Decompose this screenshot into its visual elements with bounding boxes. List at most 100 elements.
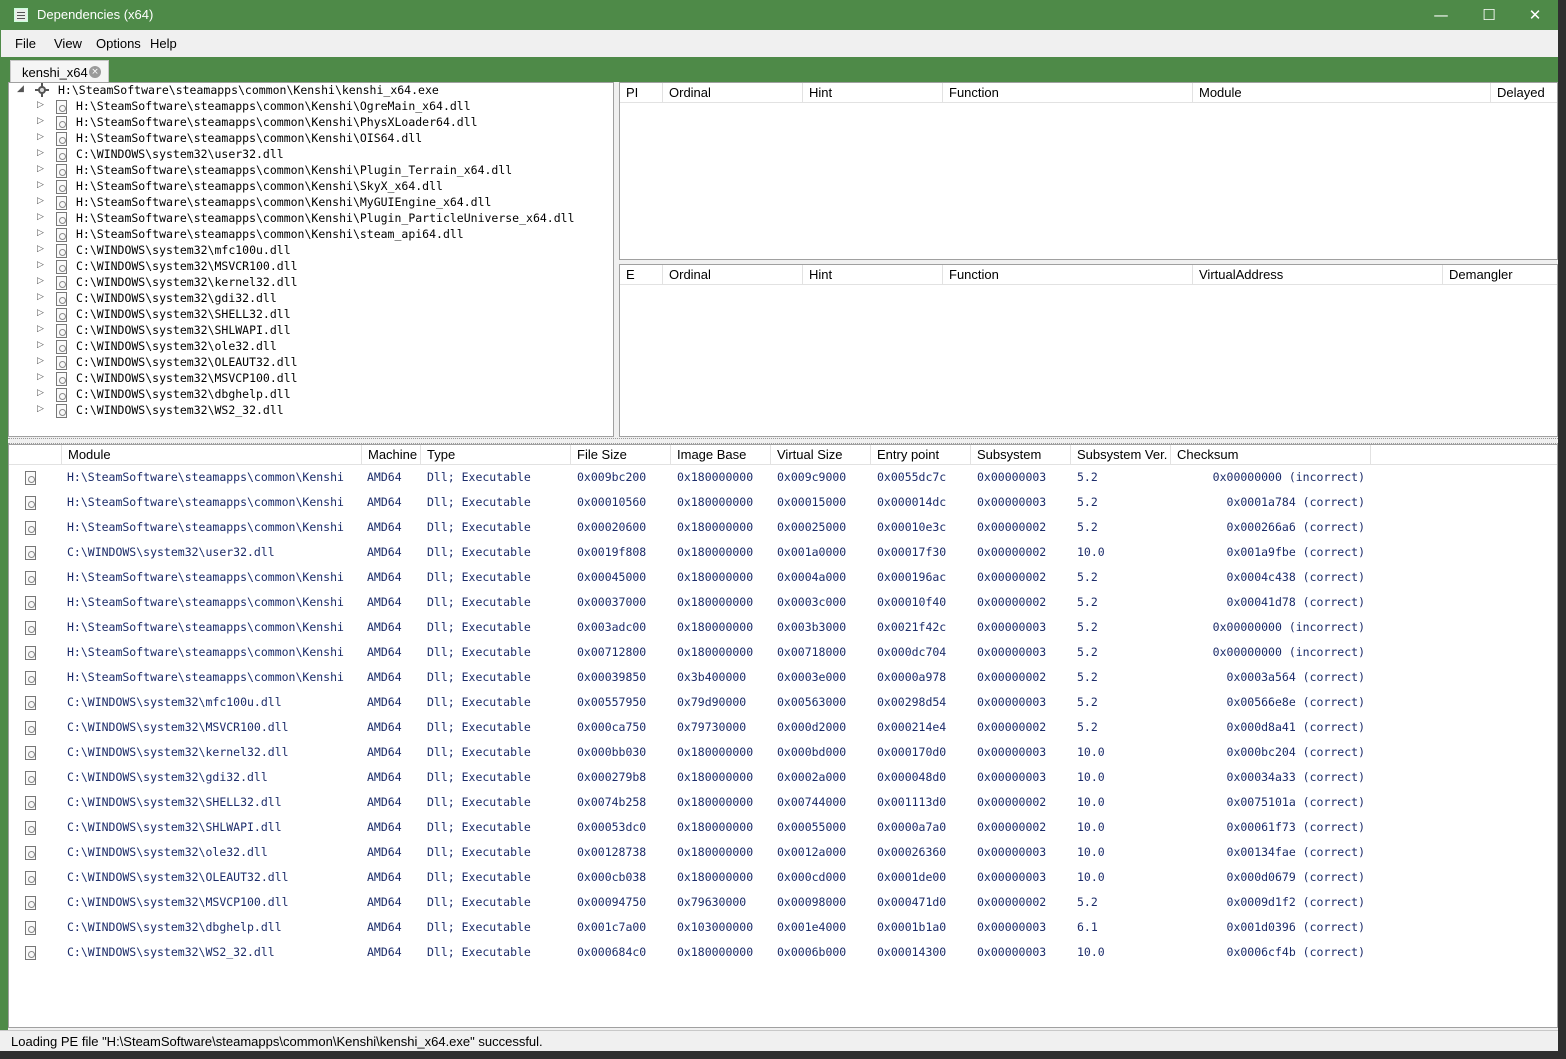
table-row[interactable]: H:\SteamSoftware\steamapps\common\Kenshi…	[9, 641, 1557, 666]
table-row[interactable]: C:\WINDOWS\system32\SHLWAPI.dll AMD64 Dll;…	[9, 816, 1557, 841]
imports-col-delayed[interactable]: Delayed	[1491, 83, 1557, 103]
modules-col-image-base[interactable]: Image Base	[671, 445, 771, 465]
table-row[interactable]: C:\WINDOWS\system32\gdi32.dll AMD64 Dll; E…	[9, 766, 1557, 791]
table-row[interactable]: C:\WINDOWS\system32\MSVCR100.dll AMD64 Dll…	[9, 716, 1557, 741]
title-bar[interactable]: Dependencies (x64) — ☐ ✕	[0, 0, 1558, 30]
expand-arrow-icon[interactable]: ▷	[37, 260, 44, 270]
expand-arrow-icon[interactable]: ▷	[37, 404, 44, 414]
close-button[interactable]: ✕	[1512, 0, 1558, 30]
collapse-arrow-icon[interactable]: ◢	[17, 84, 24, 94]
expand-arrow-icon[interactable]: ▷	[37, 116, 44, 126]
expand-arrow-icon[interactable]: ▷	[37, 356, 44, 366]
table-row[interactable]: H:\SteamSoftware\steamapps\common\Kenshi…	[9, 516, 1557, 541]
expand-arrow-icon[interactable]: ▷	[37, 228, 44, 238]
expand-arrow-icon[interactable]: ▷	[37, 196, 44, 206]
tree-node-path: C:\WINDOWS\system32\ole32.dll	[76, 339, 277, 353]
table-cell: 5.2	[1077, 520, 1098, 534]
table-row[interactable]: C:\WINDOWS\system32\kernel32.dll AMD64 Dll…	[9, 741, 1557, 766]
table-cell-checksum: 0x00000000 (incorrect)	[1212, 470, 1365, 484]
imports-col-module[interactable]: Module	[1193, 83, 1491, 103]
table-cell-checksum: 0x00134fae (correct)	[1226, 845, 1365, 859]
expand-arrow-icon[interactable]: ▷	[37, 372, 44, 382]
table-cell: 0x0006b000	[777, 945, 847, 959]
imports-col-hint[interactable]: Hint	[803, 83, 943, 103]
maximize-button[interactable]: ☐	[1466, 0, 1512, 30]
expand-arrow-icon[interactable]: ▷	[37, 212, 44, 222]
table-row[interactable]: C:\WINDOWS\system32\WS2_32.dll AMD64 Dll; …	[9, 941, 1557, 966]
main-content: ◢ H:\SteamSoftware\steamapps\common\Kens…	[8, 82, 1558, 1030]
table-cell: AMD64	[367, 770, 402, 784]
menu-help[interactable]: Help	[150, 36, 177, 51]
table-row[interactable]: H:\SteamSoftware\steamapps\common\Kenshi…	[9, 666, 1557, 691]
exports-col-e[interactable]: E	[620, 265, 663, 285]
table-row[interactable]: H:\SteamSoftware\steamapps\common\Kenshi…	[9, 591, 1557, 616]
table-cell: H:\SteamSoftware\steamapps\common\Kenshi	[67, 595, 344, 609]
exports-col-function[interactable]: Function	[943, 265, 1193, 285]
modules-col-entry-point[interactable]: Entry point	[871, 445, 971, 465]
table-cell: H:\SteamSoftware\steamapps\common\Kenshi	[67, 645, 344, 659]
expand-arrow-icon[interactable]: ▷	[37, 324, 44, 334]
table-row[interactable]: H:\SteamSoftware\steamapps\common\Kenshi…	[9, 616, 1557, 641]
table-row[interactable]: H:\SteamSoftware\steamapps\common\Kenshi…	[9, 491, 1557, 516]
table-row[interactable]: C:\WINDOWS\system32\OLEAUT32.dll AMD64 Dll…	[9, 866, 1557, 891]
tree-node-path: H:\SteamSoftware\steamapps\common\Kenshi…	[76, 211, 575, 225]
modules-col-machine[interactable]: Machine	[362, 445, 421, 465]
window-title: Dependencies (x64)	[37, 7, 154, 22]
table-row[interactable]: C:\WINDOWS\system32\dbghelp.dll AMD64 Dll;…	[9, 916, 1557, 941]
expand-arrow-icon[interactable]: ▷	[37, 292, 44, 302]
imports-pane[interactable]: PI Ordinal Hint Function Module Delayed	[619, 82, 1558, 260]
exports-pane[interactable]: E Ordinal Hint Function VirtualAddress D…	[619, 264, 1558, 437]
table-cell: AMD64	[367, 745, 402, 759]
expand-arrow-icon[interactable]: ▷	[37, 132, 44, 142]
table-cell: 0x180000000	[677, 945, 754, 959]
imports-col-pi[interactable]: PI	[620, 83, 663, 103]
menu-options[interactable]: Options	[96, 36, 141, 51]
tab-kenshi-x64[interactable]: kenshi_x64 ×	[10, 60, 109, 82]
modules-col-subsystem[interactable]: Subsystem	[971, 445, 1071, 465]
expand-arrow-icon[interactable]: ▷	[37, 244, 44, 254]
module-icon	[56, 404, 67, 418]
table-cell: AMD64	[367, 695, 402, 709]
table-cell: AMD64	[367, 895, 402, 909]
table-row[interactable]: C:\WINDOWS\system32\MSVCP100.dll AMD64 Dll…	[9, 891, 1557, 916]
modules-col-icon[interactable]	[9, 445, 62, 465]
table-row[interactable]: H:\SteamSoftware\steamapps\common\Kenshi…	[9, 566, 1557, 591]
tab-close-icon[interactable]: ×	[89, 66, 101, 78]
expand-arrow-icon[interactable]: ▷	[37, 276, 44, 286]
exports-col-hint[interactable]: Hint	[803, 265, 943, 285]
imports-col-function[interactable]: Function	[943, 83, 1193, 103]
table-row[interactable]: C:\WINDOWS\system32\mfc100u.dll AMD64 Dll;…	[9, 691, 1557, 716]
table-cell: AMD64	[367, 870, 402, 884]
module-icon	[25, 721, 36, 735]
exports-col-virtualaddress[interactable]: VirtualAddress	[1193, 265, 1443, 285]
expand-arrow-icon[interactable]: ▷	[37, 164, 44, 174]
expand-arrow-icon[interactable]: ▷	[37, 148, 44, 158]
expand-arrow-icon[interactable]: ▷	[37, 100, 44, 110]
menu-file[interactable]: File	[15, 36, 36, 51]
table-cell: C:\WINDOWS\system32\dbghelp.dll	[67, 920, 282, 934]
module-tree[interactable]: ◢ H:\SteamSoftware\steamapps\common\Kens…	[8, 82, 614, 437]
table-cell: 0x0055dc7c	[877, 470, 947, 484]
expand-arrow-icon[interactable]: ▷	[37, 388, 44, 398]
expand-arrow-icon[interactable]: ▷	[37, 308, 44, 318]
expand-arrow-icon[interactable]: ▷	[37, 180, 44, 190]
modules-col-type[interactable]: Type	[421, 445, 571, 465]
modules-col-module[interactable]: Module	[62, 445, 362, 465]
exports-col-demangler[interactable]: Demangler	[1443, 265, 1557, 285]
imports-col-ordinal[interactable]: Ordinal	[663, 83, 803, 103]
expand-arrow-icon[interactable]: ▷	[37, 340, 44, 350]
menu-view[interactable]: View	[54, 36, 82, 51]
exports-header: E Ordinal Hint Function VirtualAddress D…	[620, 265, 1557, 285]
table-cell: AMD64	[367, 795, 402, 809]
modules-col-checksum[interactable]: Checksum	[1171, 445, 1371, 465]
modules-col-subsystem-ver[interactable]: Subsystem Ver.	[1071, 445, 1171, 465]
table-row[interactable]: C:\WINDOWS\system32\ole32.dll AMD64 Dll; E…	[9, 841, 1557, 866]
modules-col-file-size[interactable]: File Size	[571, 445, 671, 465]
minimize-button[interactable]: —	[1418, 0, 1464, 30]
table-row[interactable]: C:\WINDOWS\system32\SHELL32.dll AMD64 Dll;…	[9, 791, 1557, 816]
table-row[interactable]: C:\WINDOWS\system32\user32.dll AMD64 Dll; …	[9, 541, 1557, 566]
table-row[interactable]: H:\SteamSoftware\steamapps\common\Kenshi…	[9, 466, 1557, 491]
modules-col-virtual-size[interactable]: Virtual Size	[771, 445, 871, 465]
exports-col-ordinal[interactable]: Ordinal	[663, 265, 803, 285]
modules-list[interactable]: Module Machine Type File Size Image Base…	[8, 444, 1558, 1028]
